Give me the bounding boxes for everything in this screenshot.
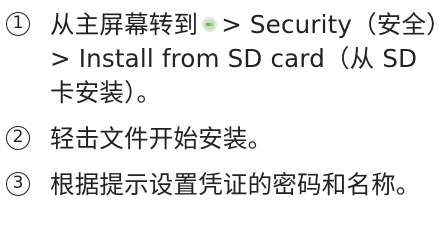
step-2-text: 轻击文件开始安装。	[50, 124, 273, 153]
step-1: 1 从主屏幕转到 > Security（安全）> Install from SD …	[6, 8, 442, 110]
settings-icon	[202, 17, 218, 32]
step-number-1: 1	[6, 12, 30, 36]
instruction-steps: 1 从主屏幕转到 > Security（安全）> Install from SD …	[6, 8, 442, 202]
step-1-text-before-icon: 从主屏幕转到	[50, 10, 199, 39]
step-3-text: 根据提示设置凭证的密码和名称。	[50, 170, 421, 199]
step-number-2: 2	[6, 126, 30, 150]
step-number-3: 3	[6, 172, 30, 196]
step-2: 2 轻击文件开始安装。	[6, 122, 442, 156]
step-3: 3 根据提示设置凭证的密码和名称。	[6, 168, 442, 202]
